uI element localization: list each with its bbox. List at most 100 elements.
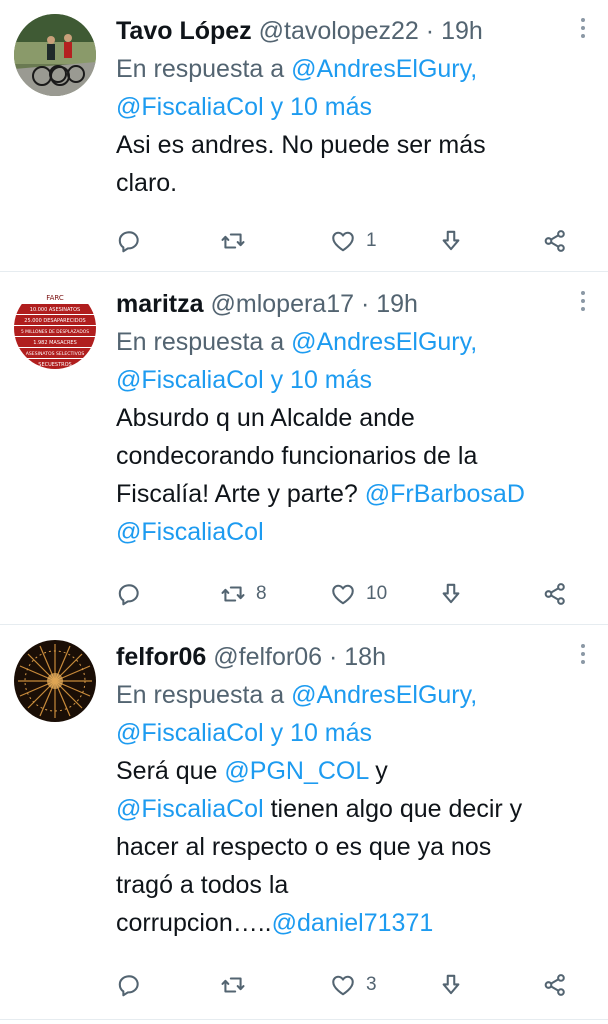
tweet-text-segment: Fiscalía! Arte y parte? <box>116 480 358 508</box>
avatar-text: 5 MILLONES DE DESPLAZADOS <box>21 329 89 335</box>
separator: · <box>360 290 370 318</box>
reply-icon <box>116 972 142 998</box>
reply-label: En respuesta a <box>116 681 285 709</box>
tweet-header: maritza @mlopera17 · 19h <box>116 285 568 323</box>
handle[interactable]: @tavolopez22 <box>259 17 419 45</box>
retweet-icon <box>220 581 246 607</box>
more-icon[interactable] <box>580 18 586 40</box>
tweet-1[interactable]: Tavo López @tavolopez22 · 19h En respues… <box>0 0 608 272</box>
avatar-text: 10.000 ASESINATOS <box>30 307 80 313</box>
reply-more-link[interactable]: y 10 más <box>271 93 372 121</box>
timestamp[interactable]: 18h <box>344 643 386 671</box>
heart-icon <box>330 581 356 607</box>
tweet-text-line: @FiscaliaCol tienen algo que decir y <box>116 790 568 828</box>
download-button[interactable] <box>438 970 464 1000</box>
action-bar: 8 10 <box>116 579 586 609</box>
download-icon <box>438 228 464 254</box>
retweet-count: 8 <box>256 583 267 604</box>
share-button[interactable] <box>542 579 568 609</box>
tweet-text-segment: corrupcion….. <box>116 909 272 937</box>
farc-banner-avatar-image: FARC 10.000 ASESINATOS 25.000 DESAPARECI… <box>14 287 96 369</box>
separator: · <box>328 643 338 671</box>
like-button[interactable]: 1 <box>330 226 377 256</box>
mention-link[interactable]: @FiscaliaCol <box>116 795 264 823</box>
avatar-text: FARC <box>46 294 64 302</box>
reply-context: En respuesta a @AndresElGury, <box>116 323 568 361</box>
avatar[interactable] <box>14 14 96 96</box>
tweet-text-line: condecorando funcionarios de la <box>116 442 478 470</box>
like-button[interactable]: 10 <box>330 579 387 609</box>
share-button[interactable] <box>542 970 568 1000</box>
separator: · <box>425 17 435 45</box>
tweet-text-line: hacer al respecto o es que ya nos <box>116 833 492 861</box>
mention-link[interactable]: @FrBarbosaD <box>365 480 525 508</box>
handle[interactable]: @mlopera17 <box>211 290 355 318</box>
reply-more-link[interactable]: y 10 más <box>271 719 372 747</box>
timestamp[interactable]: 19h <box>441 17 483 45</box>
share-button[interactable] <box>542 226 568 256</box>
display-name[interactable]: felfor06 <box>116 643 206 671</box>
reply-icon <box>116 581 142 607</box>
tweet-text-line: tragó a todos la <box>116 871 289 899</box>
mention-link[interactable]: @daniel71371 <box>272 909 434 937</box>
retweet-icon <box>220 972 246 998</box>
action-bar: 3 <box>116 970 586 1000</box>
tweet-text-line: claro. <box>116 169 178 197</box>
share-icon <box>542 228 568 254</box>
avatar[interactable]: FARC 10.000 ASESINATOS 25.000 DESAPARECI… <box>14 287 96 369</box>
retweet-button[interactable] <box>220 970 246 1000</box>
handle[interactable]: @felfor06 <box>213 643 322 671</box>
more-icon[interactable] <box>580 291 586 313</box>
avatar[interactable] <box>14 640 96 722</box>
reply-button[interactable] <box>116 579 142 609</box>
reply-more-link[interactable]: y 10 más <box>271 366 372 394</box>
tweet-text-segment: y <box>368 757 388 785</box>
avatar-text: SECUESTROS <box>38 362 71 368</box>
action-bar: 1 <box>116 226 586 256</box>
heart-icon <box>330 228 356 254</box>
reply-user-link[interactable]: @AndresElGury, <box>291 55 477 83</box>
reply-user-link[interactable]: @FiscaliaCol <box>116 719 264 747</box>
fireworks-avatar-image <box>14 640 96 722</box>
tweet-text-segment: Será que <box>116 757 218 785</box>
reply-context-2: @FiscaliaCol y 10 más <box>116 361 568 399</box>
avatar-text: ASESINATOS SELECTIVOS <box>26 351 85 357</box>
tweet-text-line: Fiscalía! Arte y parte? @FrBarbosaD <box>116 475 568 513</box>
tweet-text-segment: tienen algo que decir y <box>270 795 523 823</box>
reply-context: En respuesta a @AndresElGury, <box>116 676 568 714</box>
like-count: 3 <box>366 974 377 995</box>
timestamp[interactable]: 19h <box>376 290 418 318</box>
reply-button[interactable] <box>116 226 142 256</box>
like-count: 10 <box>366 583 388 604</box>
reply-context-2: @FiscaliaCol y 10 más <box>116 714 568 752</box>
like-count: 1 <box>366 230 377 251</box>
download-button[interactable] <box>438 579 464 609</box>
reply-user-link[interactable]: @AndresElGury, <box>291 328 477 356</box>
download-icon <box>438 972 464 998</box>
cyclists-avatar-image <box>14 14 96 96</box>
reply-user-link[interactable]: @AndresElGury, <box>291 681 477 709</box>
reply-label: En respuesta a <box>116 328 285 356</box>
download-button[interactable] <box>438 226 464 256</box>
display-name[interactable]: Tavo López <box>116 17 252 45</box>
tweet-text: Será que @PGN_COL y @FiscaliaCol tienen … <box>116 752 568 942</box>
avatar-text: 1.982 MASACRES <box>33 340 77 346</box>
avatar-text: 25.000 DESAPARECIDOS <box>24 318 85 324</box>
more-icon[interactable] <box>580 644 586 666</box>
reply-user-link[interactable]: @FiscaliaCol <box>116 93 264 121</box>
reply-button[interactable] <box>116 970 142 1000</box>
download-icon <box>438 581 464 607</box>
heart-icon <box>330 972 356 998</box>
tweet-text: Absurdo q un Alcalde ande condecorando f… <box>116 399 568 551</box>
mention-link[interactable]: @PGN_COL <box>224 757 368 785</box>
retweet-button[interactable] <box>220 226 246 256</box>
tweet-text-line: Asi es andres. No puede ser más <box>116 131 486 159</box>
retweet-button[interactable]: 8 <box>220 579 267 609</box>
reply-icon <box>116 228 142 254</box>
like-button[interactable]: 3 <box>330 970 377 1000</box>
tweet-3[interactable]: felfor06 @felfor06 · 18h En respuesta a … <box>0 626 608 1020</box>
reply-user-link[interactable]: @FiscaliaCol <box>116 366 264 394</box>
mention-link[interactable]: @FiscaliaCol <box>116 518 264 546</box>
display-name[interactable]: maritza <box>116 290 204 318</box>
tweet-2[interactable]: FARC 10.000 ASESINATOS 25.000 DESAPARECI… <box>0 273 608 625</box>
